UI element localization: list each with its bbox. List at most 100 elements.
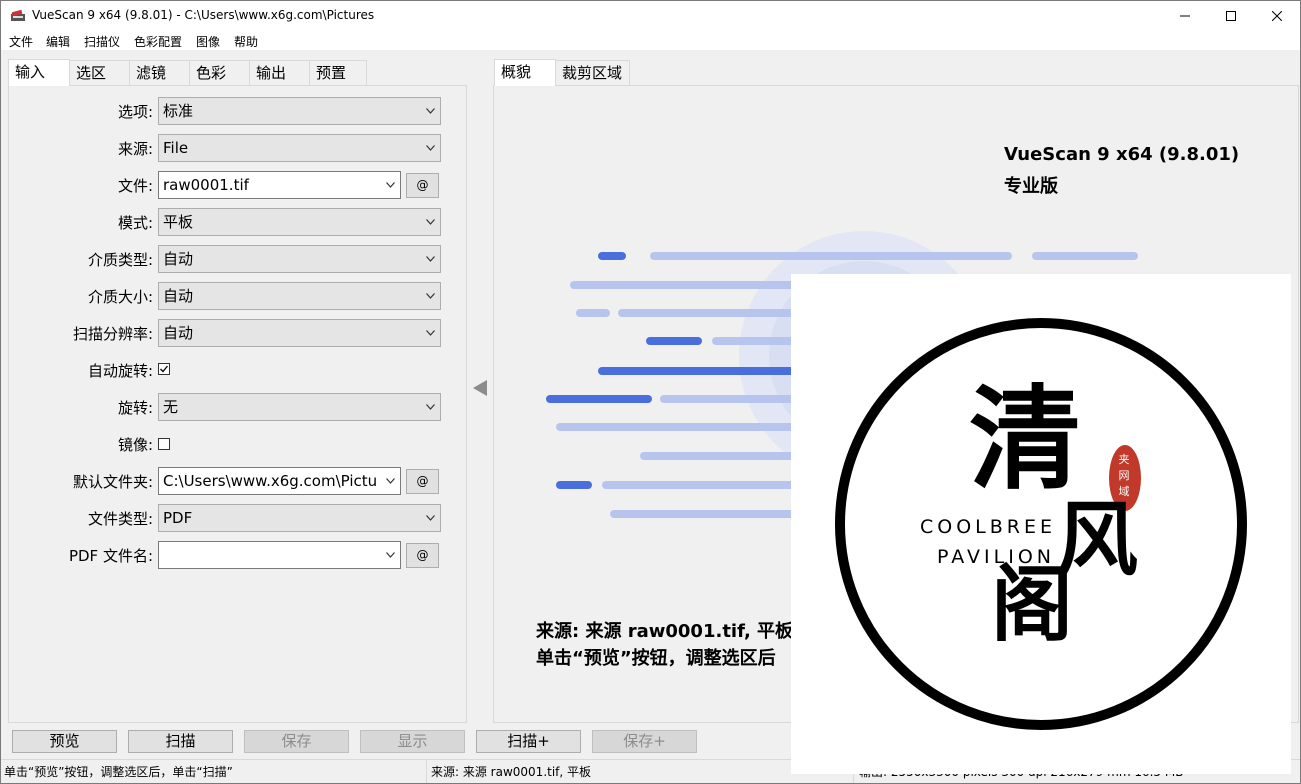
file-type-value: PDF [163,509,193,527]
triangle-left-icon[interactable] [473,380,487,399]
maximize-button[interactable] [1208,1,1254,30]
file-type-select[interactable]: PDF [158,504,441,532]
tab-overview[interactable]: 概貌 [494,59,556,86]
menu-color-profile[interactable]: 色彩配置 [134,33,182,50]
mirror-checkbox[interactable] [158,438,170,450]
auto-rotate-label: 自动旋转: [87,362,153,380]
chevron-down-icon [426,293,435,299]
menu-help[interactable]: 帮助 [234,33,258,50]
illustration-bar [576,309,610,317]
tab-crop-area[interactable]: 裁剪区域 [555,60,630,85]
vuescan-app-icon [10,8,26,24]
window-title: VueScan 9 x64 (9.8.01) - C:\Users\www.x6… [32,8,375,22]
file-combobox[interactable]: raw0001.tif [158,171,401,199]
options-label: 选项: [117,103,153,121]
source-message: 来源: 来源 raw0001.tif, 平板 [536,621,794,642]
source-value: File [163,139,189,157]
chevron-down-icon[interactable] [386,478,395,484]
illustration-bar [712,337,802,345]
default-folder-combobox[interactable]: C:\Users\www.x6g.com\Pictu [158,467,401,495]
menu-bar: 文件 编辑 扫描仪 色彩配置 图像 帮助 [1,30,1300,50]
tab-output[interactable]: 输出 [249,60,310,85]
illustration-bar [646,337,702,345]
default-folder-label: 默认文件夹: [72,473,153,491]
chevron-down-icon[interactable] [386,552,395,558]
menu-scanner[interactable]: 扫描仪 [84,33,120,50]
scan-plus-button[interactable]: 扫描+ [476,730,581,753]
watermark-logo: 清 风 阁 夹网域 COOLBREE PAVILION [791,274,1291,774]
mode-label: 模式: [117,214,153,232]
media-type-value: 自动 [163,250,194,268]
menu-edit[interactable]: 编辑 [46,33,70,50]
mirror-label: 镜像: [117,436,153,454]
media-type-label: 介质类型: [87,251,153,269]
scan-resolution-value: 自动 [163,324,194,342]
chevron-down-icon [426,256,435,262]
options-select[interactable]: 标准 [158,97,441,125]
menu-file[interactable]: 文件 [9,33,33,50]
chevron-down-icon [426,219,435,225]
pdf-file-name-combobox[interactable] [158,541,401,569]
checkmark-icon [160,365,169,373]
chevron-down-icon [426,404,435,410]
watermark-en-line2: PAVILION [937,546,1055,568]
minimize-icon [1180,15,1190,16]
preview-button[interactable]: 预览 [12,730,117,753]
illustration-bar [570,281,800,289]
illustration-bar [598,367,798,375]
media-type-select[interactable]: 自动 [158,245,441,273]
instruction-message: 单击“预览”按钮，调整选区后 [536,648,776,669]
watermark-char-ge: 阁 [991,557,1074,653]
source-select[interactable]: File [158,134,441,162]
close-icon [1272,10,1282,21]
file-browse-button[interactable]: @ [406,173,439,198]
auto-rotate-checkbox[interactable] [158,363,170,375]
default-folder-browse-button[interactable]: @ [406,469,439,494]
source-label: 来源: [117,140,153,158]
scan-button[interactable]: 扫描 [128,730,233,753]
illustration-bar [556,423,796,431]
file-type-label: 文件类型: [87,510,153,528]
menu-image[interactable]: 图像 [196,33,220,50]
status-hint: 单击“预览”按钮，调整选区后，单击“扫描” [1,760,427,784]
media-size-value: 自动 [163,287,194,305]
tab-crop-selection[interactable]: 选区 [69,60,130,85]
minimize-button[interactable] [1162,1,1208,30]
chevron-down-icon [426,145,435,151]
chevron-down-icon [426,330,435,336]
close-button[interactable] [1254,1,1300,30]
tab-input[interactable]: 输入 [8,59,70,86]
chevron-down-icon [426,515,435,521]
rotate-label: 旋转: [117,399,153,417]
illustration-bar [610,510,798,518]
rotate-select[interactable]: 无 [158,393,441,421]
scan-resolution-select[interactable]: 自动 [158,319,441,347]
save-button[interactable]: 保存 [244,730,349,753]
media-size-label: 介质大小: [87,288,153,306]
file-value: raw0001.tif [163,176,249,194]
options-value: 标准 [163,102,194,120]
scan-resolution-label: 扫描分辨率: [72,325,153,343]
edition-label: 专业版 [1004,176,1058,197]
chevron-down-icon[interactable] [386,182,395,188]
illustration-bar [546,395,652,403]
illustration-bar [660,395,800,403]
watermark-seal: 夹网域 [1118,453,1130,498]
save-plus-button[interactable]: 保存+ [592,730,697,753]
mode-select[interactable]: 平板 [158,208,441,236]
watermark-en-line1: COOLBREE [920,516,1057,538]
pdf-file-name-browse-button[interactable]: @ [406,543,439,568]
illustration-bar [1032,252,1138,260]
illustration-bar [618,309,798,317]
product-name: VueScan 9 x64 (9.8.01) [1004,144,1240,165]
tab-prefs[interactable]: 预置 [309,60,367,85]
show-button[interactable]: 显示 [360,730,465,753]
tab-color[interactable]: 色彩 [189,60,250,85]
rotate-value: 无 [163,398,179,416]
illustration-bar [640,452,796,460]
mode-value: 平板 [163,213,194,231]
chevron-down-icon [426,108,435,114]
media-size-select[interactable]: 自动 [158,282,441,310]
tab-filter[interactable]: 滤镜 [129,60,190,85]
illustration-bar [598,252,626,260]
